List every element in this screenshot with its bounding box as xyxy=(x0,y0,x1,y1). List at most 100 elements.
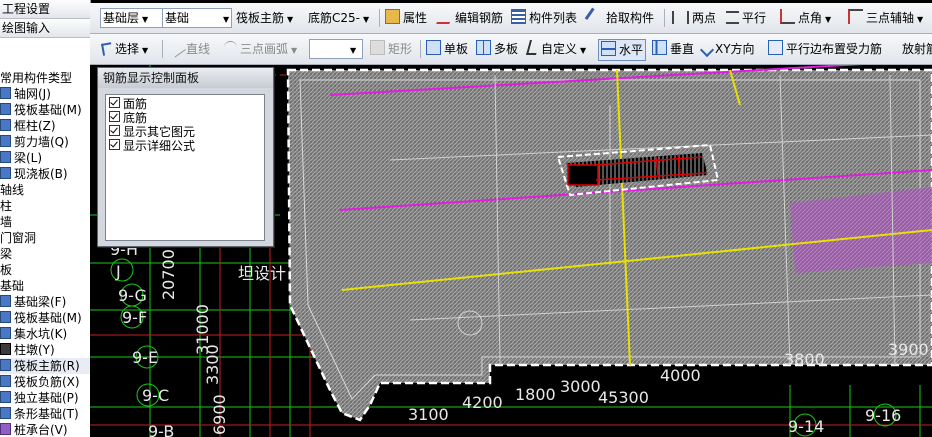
axis-label: 9-F xyxy=(122,308,147,327)
multi-slab-button[interactable]: 多板 xyxy=(476,39,518,59)
panel-title[interactable]: 钢筋显示控制面板 xyxy=(98,68,273,88)
option-bottom-rebar[interactable]: 底筋 xyxy=(109,111,264,124)
tree-group-foundation[interactable]: 基础 xyxy=(0,278,90,294)
component-list-label: 构件列表 xyxy=(529,11,578,25)
type-select[interactable]: 筏板主筋 ▼ xyxy=(236,8,293,28)
line-tool-button[interactable]: 直线 xyxy=(167,38,211,59)
single-slab-button[interactable]: 单板 xyxy=(426,39,468,59)
raft-foundation-icon xyxy=(0,103,11,115)
single-slab-label: 单板 xyxy=(444,42,469,56)
tree-item-beam[interactable]: 梁(L) xyxy=(0,150,90,166)
edit-rebar-label: 编辑钢筋 xyxy=(455,11,504,25)
custom-button[interactable]: 自定义 ▼ xyxy=(525,39,586,59)
axis-label: 9-16 xyxy=(865,406,901,425)
type-select-value: 筏板主筋 xyxy=(236,11,285,25)
tree-item-pile-cap[interactable]: 桩承台(V) xyxy=(0,422,90,437)
axis-grid-icon xyxy=(0,87,11,99)
horizontal-button[interactable]: 水平 xyxy=(598,39,647,61)
pick-component-label: 拾取构件 xyxy=(606,11,655,25)
axis-label: J xyxy=(115,262,121,281)
two-points-label: 两点 xyxy=(692,11,717,25)
tree-item-axis-grid[interactable]: 轴网(J) xyxy=(0,86,90,102)
multi-slab-icon xyxy=(476,40,491,55)
two-points-button[interactable]: 两点 xyxy=(672,8,716,28)
tree-group-column[interactable]: 柱 xyxy=(0,198,90,214)
sump-pit-icon xyxy=(0,327,11,339)
tree-item-frame-column[interactable]: 框柱(Z) xyxy=(0,118,90,134)
component-list-button[interactable]: 构件列表 xyxy=(511,8,577,28)
select-tool-button[interactable]: 选择 ▼ xyxy=(101,39,148,59)
tree-item-shear-wall[interactable]: 剪力墙(Q) xyxy=(0,134,90,150)
vertical-icon xyxy=(652,40,667,55)
tree-header-label: 常用构件类型 xyxy=(0,71,73,85)
tree-group-slab[interactable]: 板 xyxy=(0,262,90,278)
option-show-detailed-formula[interactable]: 显示详细公式 xyxy=(109,139,264,152)
parallel-edge-label: 平行边布置受力筋 xyxy=(786,42,883,56)
three-point-arc-label: 三点画弧 xyxy=(240,42,289,56)
option-label: 面筋 xyxy=(123,97,148,111)
canvas-annotation: 坦设计 xyxy=(238,264,286,283)
tree-item-raft-main-rebar[interactable]: 筏板主筋(R) xyxy=(0,358,90,374)
drawing-input-button[interactable]: 绘图输入 xyxy=(0,19,90,38)
rectangle-tool-button[interactable]: 矩形 xyxy=(370,39,412,59)
three-point-aux-icon xyxy=(848,9,863,24)
floor-select-value: 基础层 xyxy=(103,11,140,25)
tree-item-raft-negative-rebar[interactable]: 筏板负筋(X) xyxy=(0,374,90,390)
tree-item-raft-foundation-2[interactable]: 筏板基础(M) xyxy=(0,310,90,326)
checkbox-checked-icon[interactable] xyxy=(109,125,120,136)
point-angle-button[interactable]: 点角 ▼ xyxy=(780,8,831,28)
tree-item-label: 集水坑(K) xyxy=(14,327,68,341)
xy-direction-button[interactable]: XY方向 xyxy=(699,39,755,59)
tree-item-label: 轴网(J) xyxy=(14,87,51,101)
arc-icon xyxy=(224,41,237,55)
option-label: 显示其它图元 xyxy=(123,125,196,139)
dimension-label: 3100 xyxy=(408,405,449,424)
rebar-display-control-panel[interactable]: 钢筋显示控制面板 面筋 底筋 显示其它图元 显示详细公式 xyxy=(97,67,274,247)
raft-foundation-icon xyxy=(0,311,11,323)
checkbox-checked-icon[interactable] xyxy=(109,139,120,150)
floor-select[interactable]: 基础层 ▼ xyxy=(100,8,164,28)
tree-item-isolated-footing[interactable]: 独立基础(P) xyxy=(0,390,90,406)
checkbox-checked-icon[interactable] xyxy=(109,97,120,108)
tree-item-raft-foundation[interactable]: 筏板基础(M) xyxy=(0,102,90,118)
blank-select[interactable]: ▼ xyxy=(309,39,363,59)
option-top-rebar[interactable]: 面筋 xyxy=(109,97,264,111)
tree-item-strip-footing[interactable]: 条形基础(T) xyxy=(0,406,90,422)
option-show-other-elements[interactable]: 显示其它图元 xyxy=(109,125,264,139)
line-tool-label: 直线 xyxy=(186,42,211,56)
dimension-label: 4000 xyxy=(660,366,701,385)
tree-group-beam[interactable]: 梁 xyxy=(0,246,90,262)
edit-rebar-icon xyxy=(436,9,455,24)
rebar-select[interactable]: 底筋C25- ▼ xyxy=(308,8,369,28)
tree-group-wall[interactable]: 墙 xyxy=(0,214,90,230)
dimension-label: 45300 xyxy=(598,388,649,407)
parallel-button[interactable]: 平行 xyxy=(726,8,766,28)
tree-item-column-pier[interactable]: 柱墩(Y) xyxy=(0,342,90,358)
vertical-button[interactable]: 垂直 xyxy=(652,39,694,59)
three-point-arc-button[interactable]: 三点画弧 ▼ xyxy=(224,39,297,59)
beam-icon xyxy=(0,151,11,163)
multi-slab-label: 多板 xyxy=(494,42,519,56)
tree-item-foundation-beam[interactable]: 基础梁(F) xyxy=(0,294,90,310)
tree-group-openings[interactable]: 门窗洞 xyxy=(0,230,90,246)
checkbox-checked-icon[interactable] xyxy=(109,111,120,122)
radial-rebar-button[interactable]: 放射筋 xyxy=(902,39,932,59)
point-angle-icon xyxy=(780,9,795,24)
edit-rebar-button[interactable]: 编辑钢筋 xyxy=(436,8,504,28)
toolbar-primary: 基础层 ▼ 基础 ▼ 筏板主筋 ▼ 底筋C25- ▼ 属性 编辑钢筋 构件列表 拾取构件… xyxy=(90,3,932,34)
tree-header[interactable]: 常用构件类型 xyxy=(0,70,72,86)
tree-item-sump-pit[interactable]: 集水坑(K) xyxy=(0,326,90,342)
select-tool-label: 选择 xyxy=(115,42,140,56)
project-settings-button[interactable]: 工程设置 xyxy=(0,0,90,19)
tree-item-cast-slab[interactable]: 现浇板(B) xyxy=(0,166,90,182)
left-navigation-panel: 工程设置 绘图输入 常用构件类型 轴网(J) 筏板基础(M) 框柱(Z) 剪力墙… xyxy=(0,0,91,437)
three-point-aux-button[interactable]: 三点辅轴 ▼ xyxy=(848,8,923,28)
tree-item-label: 基础梁(F) xyxy=(14,295,67,309)
properties-button[interactable]: 属性 xyxy=(385,8,427,28)
parallel-edge-button[interactable]: 平行边布置受力筋 xyxy=(768,39,882,59)
pick-component-button[interactable]: 拾取构件 xyxy=(584,7,655,28)
shear-wall-icon xyxy=(0,135,11,147)
tree-group-axis[interactable]: 轴线 xyxy=(0,182,90,198)
raft-negative-rebar-icon xyxy=(0,375,11,387)
category-select[interactable]: 基础 ▼ xyxy=(162,8,232,28)
